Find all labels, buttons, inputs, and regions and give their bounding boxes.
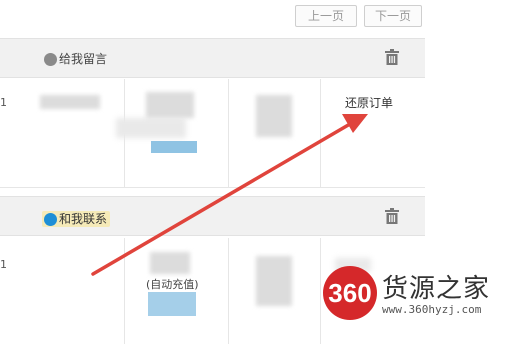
watermark-logo-badge: 360 [323, 266, 377, 320]
watermark-url: www.360hyzj.com [382, 303, 482, 316]
watermark-brand: 货源之家 [382, 274, 491, 304]
